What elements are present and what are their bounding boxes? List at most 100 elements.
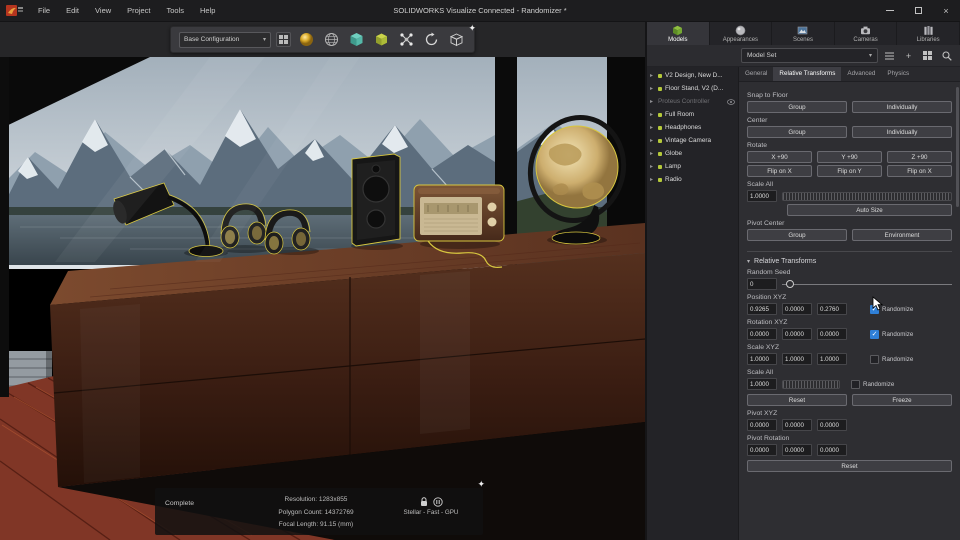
- rt-freeze-button[interactable]: Freeze: [852, 394, 952, 406]
- slider-handle[interactable]: [786, 280, 794, 288]
- chevron-right-icon[interactable]: ▸: [650, 72, 655, 79]
- random-seed-slider[interactable]: [782, 278, 952, 290]
- position-x-input[interactable]: [747, 303, 777, 315]
- structure-molecule-icon[interactable]: [396, 30, 416, 50]
- menu-view[interactable]: View: [87, 0, 119, 22]
- tree-item-proteus-controller[interactable]: ▸ Proteus Controller: [647, 95, 738, 108]
- maximize-button[interactable]: [904, 0, 932, 22]
- tree-item-v2-design[interactable]: ▸ V2 Design, New D...: [647, 69, 738, 82]
- chevron-right-icon[interactable]: ▸: [650, 176, 655, 183]
- tab-libraries[interactable]: Libraries: [897, 22, 960, 45]
- rotate-y90-button[interactable]: Y +90: [817, 151, 882, 163]
- rotation-x-input[interactable]: [747, 328, 777, 340]
- tree-item-globe[interactable]: ▸ Globe: [647, 147, 738, 160]
- viewport-3d-scene[interactable]: [0, 57, 645, 540]
- pivot-rot-y-input[interactable]: [782, 444, 812, 456]
- subtab-general[interactable]: General: [739, 67, 773, 81]
- pivot-z-input[interactable]: [817, 419, 847, 431]
- scale-x-input[interactable]: [747, 353, 777, 365]
- subtab-physics[interactable]: Physics: [881, 67, 915, 81]
- chevron-right-icon[interactable]: ▸: [650, 98, 655, 105]
- rotation-z-input[interactable]: [817, 328, 847, 340]
- scrollbar[interactable]: [956, 87, 959, 207]
- pivot-rot-x-input[interactable]: [747, 444, 777, 456]
- tab-scenes[interactable]: Scenes: [772, 22, 835, 45]
- chevron-right-icon[interactable]: ▸: [650, 85, 655, 92]
- position-z-input[interactable]: [817, 303, 847, 315]
- search-icon[interactable]: [939, 48, 954, 63]
- close-button[interactable]: ×: [932, 0, 960, 22]
- rotate-x90-button[interactable]: X +90: [747, 151, 812, 163]
- subtab-advanced[interactable]: Advanced: [841, 67, 881, 81]
- pivot-group-button[interactable]: Group: [747, 229, 847, 241]
- scale-all-slider[interactable]: [782, 191, 952, 201]
- menu-help[interactable]: Help: [192, 0, 223, 22]
- pivot-x-input[interactable]: [747, 419, 777, 431]
- menu-project[interactable]: Project: [119, 0, 158, 22]
- configuration-dropdown[interactable]: Base Configuration ▾: [179, 31, 271, 48]
- visibility-eye-icon[interactable]: [727, 98, 735, 105]
- material-sphere-icon[interactable]: [296, 30, 316, 50]
- pivot-rot-z-input[interactable]: [817, 444, 847, 456]
- rotation-randomize-checkbox[interactable]: ✓: [870, 329, 879, 339]
- scale-all-randomize-checkbox[interactable]: [851, 379, 860, 389]
- rt-scale-all-input[interactable]: [747, 378, 777, 390]
- model-set-dropdown[interactable]: Model Set ▾: [741, 48, 878, 63]
- tree-item-full-room[interactable]: ▸ Full Room: [647, 108, 738, 121]
- list-icon[interactable]: [882, 48, 897, 63]
- scale-xyz-randomize-checkbox[interactable]: [870, 354, 879, 364]
- pivot-y-input[interactable]: [782, 419, 812, 431]
- flip-y-button[interactable]: Flip on Y: [817, 165, 882, 177]
- model-cube-icon[interactable]: [346, 30, 366, 50]
- pivot-reset-button[interactable]: Reset: [747, 460, 952, 472]
- flip-z-button[interactable]: Flip on X: [887, 165, 952, 177]
- pivot-environment-button[interactable]: Environment: [852, 229, 952, 241]
- position-randomize-checkbox[interactable]: ✓: [870, 304, 879, 314]
- chevron-right-icon[interactable]: ▸: [650, 111, 655, 118]
- tab-models[interactable]: Models: [647, 22, 710, 45]
- subtab-relative-transforms[interactable]: Relative Transforms: [773, 67, 842, 81]
- menu-tools[interactable]: Tools: [159, 0, 193, 22]
- chevron-right-icon[interactable]: ▸: [650, 150, 655, 157]
- scale-y-input[interactable]: [782, 353, 812, 365]
- menu-file[interactable]: File: [30, 0, 58, 22]
- add-icon[interactable]: +: [901, 48, 916, 63]
- configuration-grid-icon[interactable]: [276, 32, 291, 47]
- rotate-z90-button[interactable]: Z +90: [887, 151, 952, 163]
- scale-z-input[interactable]: [817, 353, 847, 365]
- pause-render-icon[interactable]: [432, 497, 443, 507]
- snap-individually-button[interactable]: Individually: [852, 101, 952, 113]
- tree-item-radio[interactable]: ▸ Radio: [647, 173, 738, 186]
- environment-sphere-icon[interactable]: [321, 30, 341, 50]
- menu-edit[interactable]: Edit: [58, 0, 87, 22]
- flip-x-button[interactable]: Flip on X: [747, 165, 812, 177]
- appearance-cube-icon[interactable]: [371, 30, 391, 50]
- lock-icon[interactable]: [420, 497, 428, 507]
- rt-reset-button[interactable]: Reset: [747, 394, 847, 406]
- render-package-icon[interactable]: [446, 30, 466, 50]
- tree-item-vintage-camera[interactable]: ▸ Vintage Camera: [647, 134, 738, 147]
- center-group-button[interactable]: Group: [747, 126, 847, 138]
- chevron-right-icon[interactable]: ▸: [650, 137, 655, 144]
- tab-appearances[interactable]: Appearances: [709, 22, 773, 45]
- auto-size-button[interactable]: Auto Size: [787, 204, 952, 216]
- turntable-rotate-icon[interactable]: [421, 30, 441, 50]
- properties-scroll-area[interactable]: Snap to Floor Group Individually Center …: [739, 82, 960, 540]
- rt-scale-all-slider[interactable]: [782, 379, 840, 389]
- tree-item-lamp[interactable]: ▸ Lamp: [647, 160, 738, 173]
- viewport-3d[interactable]: Complete Resolution: 1283x855 Polygon Co…: [0, 57, 645, 540]
- position-y-input[interactable]: [782, 303, 812, 315]
- snap-group-button[interactable]: Group: [747, 101, 847, 113]
- center-individually-button[interactable]: Individually: [852, 126, 952, 138]
- rotation-y-input[interactable]: [782, 328, 812, 340]
- chevron-right-icon[interactable]: ▸: [650, 163, 655, 170]
- chevron-right-icon[interactable]: ▸: [650, 124, 655, 131]
- model-speaker[interactable]: [351, 153, 401, 247]
- minimize-button[interactable]: [876, 0, 904, 22]
- grid-view-icon[interactable]: [920, 48, 935, 63]
- scale-all-input[interactable]: [747, 190, 777, 202]
- random-seed-input[interactable]: [747, 278, 777, 290]
- tree-item-headphones[interactable]: ▸ Headphones: [647, 121, 738, 134]
- tab-cameras[interactable]: Cameras: [834, 22, 898, 45]
- tree-item-floor-stand[interactable]: ▸ Floor Stand, V2 (D...: [647, 82, 738, 95]
